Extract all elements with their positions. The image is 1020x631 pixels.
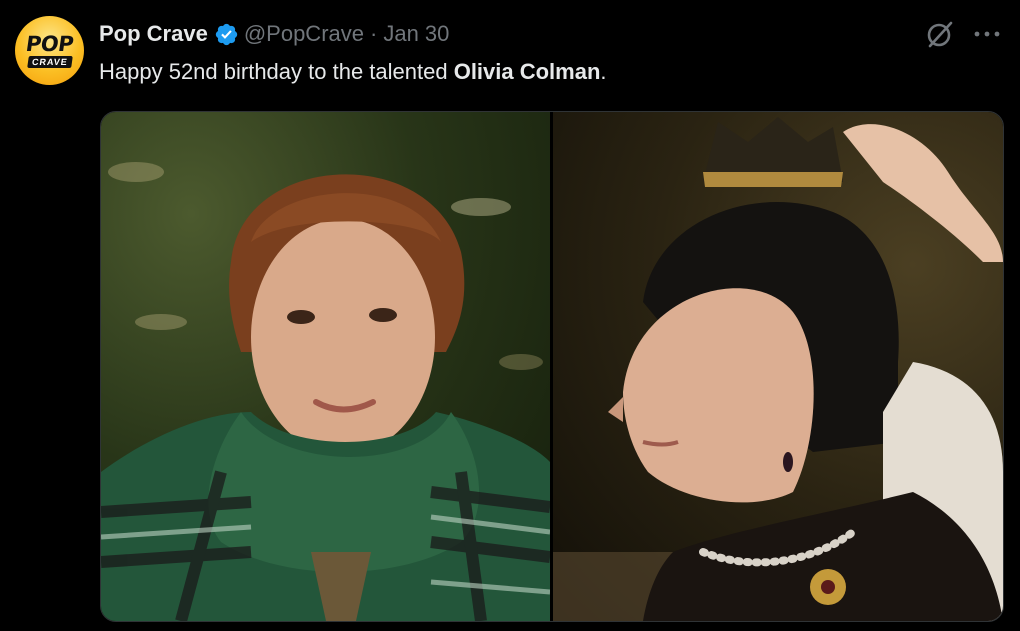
post-text-part: Happy 52nd birthday to the talented (99, 59, 454, 84)
more-horizontal-icon[interactable] (972, 22, 1002, 46)
photo-right[interactable] (553, 112, 1003, 621)
post-header: Pop Crave @PopCrave · Jan 30 (99, 19, 449, 49)
verified-badge-icon[interactable] (214, 22, 239, 47)
avatar[interactable]: POP CRAVE (15, 16, 84, 85)
post-date[interactable]: Jan 30 (383, 21, 449, 47)
grok-icon[interactable] (924, 18, 956, 50)
avatar-logo-bottom: CRAVE (26, 55, 73, 68)
post-text-bold[interactable]: Olivia Colman (454, 59, 601, 84)
separator-dot: · (370, 21, 378, 46)
post-text-end: . (600, 59, 607, 84)
media-grid (100, 111, 1004, 622)
avatar-logo-top: POP (24, 31, 75, 56)
post-text: Happy 52nd birthday to the talented Oliv… (99, 58, 607, 86)
photo-left[interactable] (101, 112, 550, 621)
display-name[interactable]: Pop Crave (99, 21, 208, 47)
portrait-green-scarf-image (101, 162, 550, 621)
queen-crown-profile-image (553, 117, 1003, 621)
handle[interactable]: @PopCrave (244, 21, 364, 47)
